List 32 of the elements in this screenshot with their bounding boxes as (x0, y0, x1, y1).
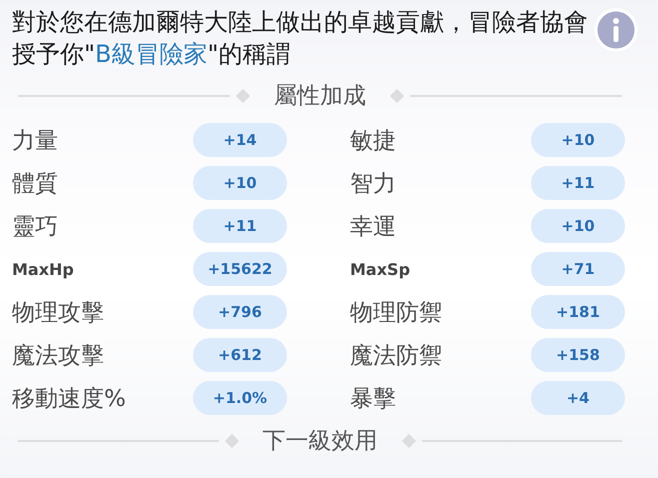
stat-value: +4 (531, 381, 625, 415)
stat-value: +11 (531, 166, 625, 200)
stat-value: +71 (531, 252, 625, 286)
stat-value: +11 (193, 209, 287, 243)
stat-label: MaxSp (350, 260, 412, 278)
stat-value: +10 (531, 209, 625, 243)
stat-label: 移動速度% (12, 384, 127, 414)
title-description: 對於您在德加爾特大陸上做出的卓越貢獻，冒險者協會授予你"B級冒險家"的稱謂 (12, 7, 589, 70)
stat-value: +1.0% (193, 381, 287, 415)
stat-value: +15622 (193, 252, 287, 286)
stat-label: 力量 (12, 126, 59, 156)
stat-label: 敏捷 (350, 126, 397, 156)
info-icon[interactable] (594, 8, 638, 52)
stat-value: +181 (531, 295, 625, 329)
stat-value: +158 (531, 338, 625, 372)
stat-value: +10 (193, 166, 287, 200)
stat-label: 魔法防禦 (350, 342, 443, 370)
stat-value: +796 (193, 295, 287, 329)
stat-label: 靈巧 (12, 212, 59, 242)
stat-value: +10 (531, 123, 625, 157)
stat-label: 物理防禦 (350, 298, 443, 328)
stat-label: 物理攻擊 (12, 298, 105, 328)
stat-label: MaxHp (12, 260, 75, 278)
section-heading: 屬性加成 (273, 82, 367, 111)
stat-label: 魔法攻擊 (12, 342, 105, 370)
stat-label: 智力 (350, 170, 397, 198)
stat-label: 體質 (12, 170, 59, 198)
stat-label: 暴擊 (350, 384, 397, 414)
stat-label: 幸運 (350, 212, 397, 242)
stat-value: +14 (193, 123, 287, 157)
stat-value: +612 (193, 338, 287, 372)
section-heading: 下一級效用 (262, 427, 378, 456)
